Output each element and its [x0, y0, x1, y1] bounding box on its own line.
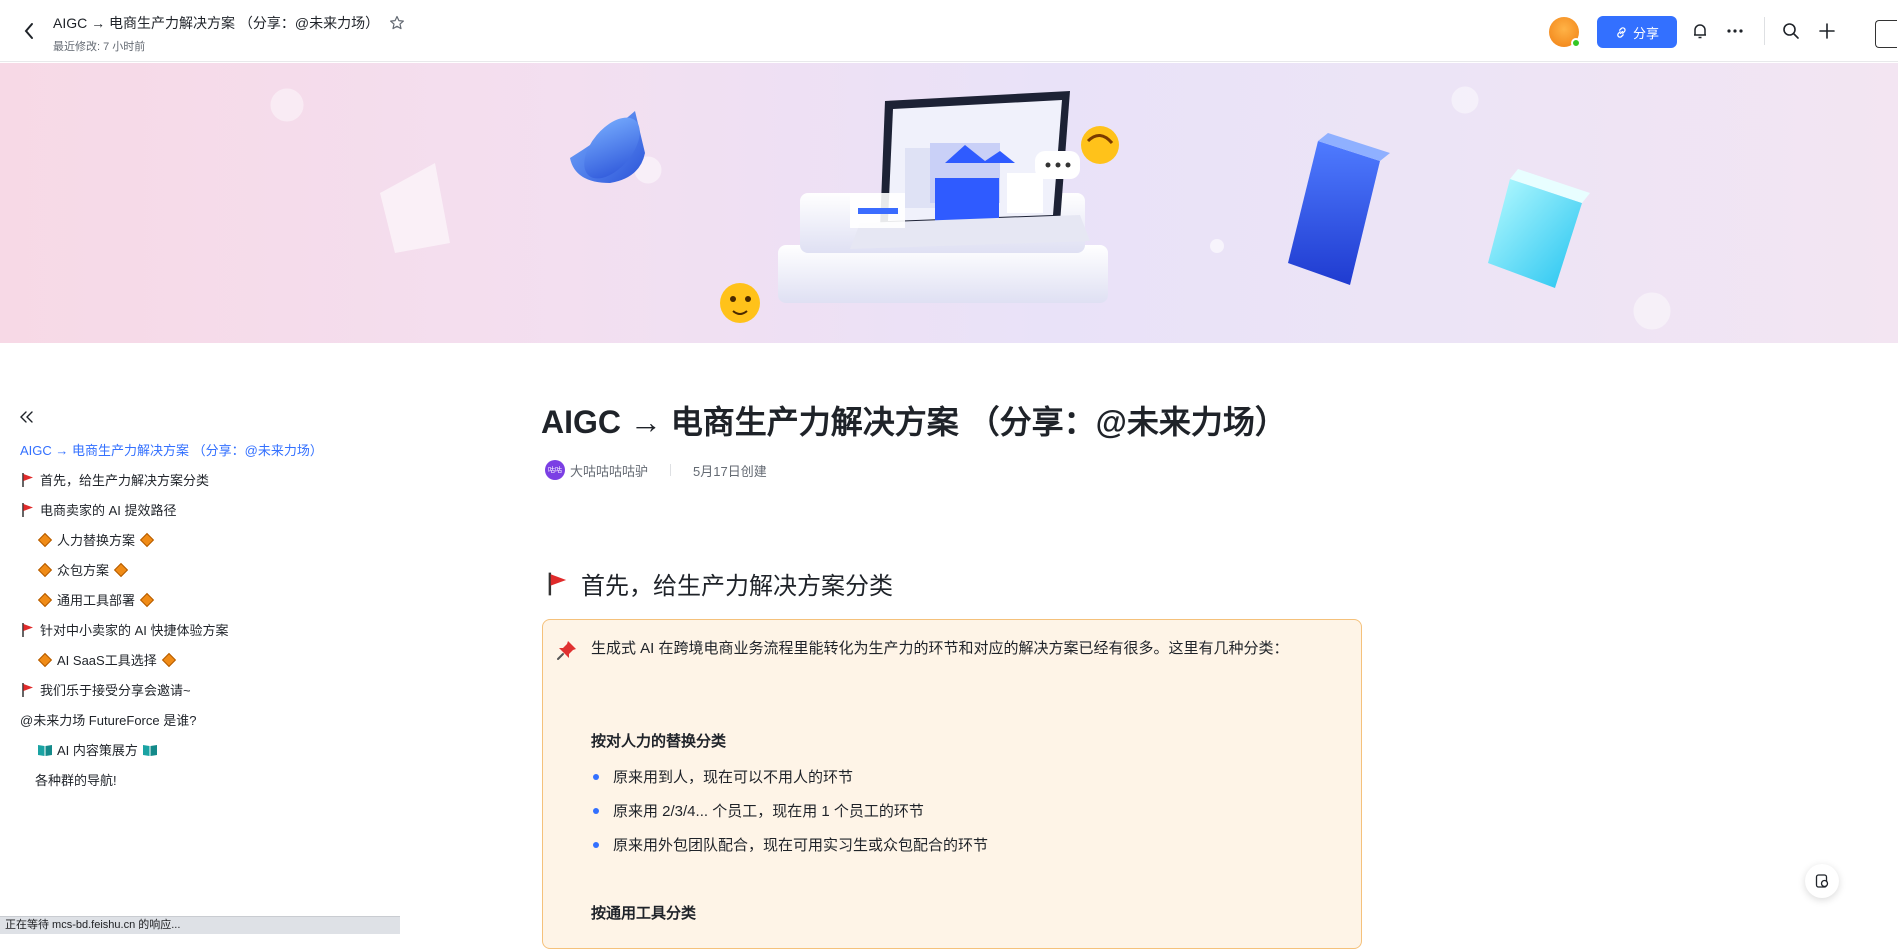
- orange-diamond-icon: [37, 562, 53, 577]
- side-panel-icon[interactable]: [1875, 20, 1897, 48]
- list-item: 原来用到人，现在可以不用人的环节: [591, 766, 853, 787]
- section-heading-text: 首先，给生产力解决方案分类: [581, 573, 893, 600]
- toc-item-label: 众包方案: [57, 563, 110, 578]
- notification-button[interactable]: [1688, 19, 1712, 43]
- author-name[interactable]: 大咕咕咕咕驴: [570, 461, 648, 480]
- doc-title[interactable]: AIGC → 电商生产力解决方案 （分享：@未来力场）: [53, 13, 379, 33]
- red-flag-icon: [548, 572, 567, 595]
- add-button[interactable]: [1815, 19, 1839, 43]
- author-avatar[interactable]: 咕咕: [545, 460, 565, 480]
- red-flag-icon: [20, 502, 36, 518]
- star-icon[interactable]: [389, 15, 405, 31]
- book-icon: [142, 743, 158, 757]
- toolbar-divider: [1764, 17, 1765, 45]
- toc-item-classification[interactable]: 首先，给生产力解决方案分类: [20, 470, 209, 489]
- doc-meta: 咕咕 大咕咕咕咕驴 5月17日创建: [545, 460, 767, 480]
- book-icon: [37, 743, 53, 757]
- toc-item-label: AI 内容策展方: [57, 743, 138, 758]
- toc-item-invitation[interactable]: 我们乐于接受分享会邀请~: [20, 680, 191, 699]
- bullet-dot: [593, 807, 599, 814]
- toc-item-saas-tools[interactable]: AI SaaS工具选择: [37, 650, 177, 669]
- online-status-dot: [1571, 38, 1581, 48]
- search-icon: [1783, 23, 1799, 39]
- toc-item-label: 通用工具部署: [57, 593, 136, 608]
- callout-text: 生成式 AI 在跨境电商业务流程里能转化为生产力的环节和对应的解决方案已经有很多…: [591, 640, 1289, 657]
- orange-diamond-icon: [139, 592, 155, 607]
- orange-diamond-icon: [37, 532, 53, 547]
- bullet-dot: [593, 773, 599, 780]
- more-button[interactable]: [1723, 19, 1747, 43]
- created-date: 5月17日创建: [693, 463, 767, 479]
- cover-banner: [0, 63, 1898, 343]
- list-item: 原来用外包团队配合，现在可用实习生或众包配合的环节: [591, 834, 988, 855]
- orange-diamond-icon: [37, 652, 53, 667]
- red-flag-icon: [20, 682, 36, 698]
- plus-icon: [1819, 23, 1835, 39]
- toc-item-label: 电商卖家的 AI 提效路径: [40, 503, 177, 518]
- subheading-tools: 按通用工具分类: [591, 905, 697, 922]
- toc-item-label: @未来力场 FutureForce 是谁?: [20, 713, 197, 728]
- help-button[interactable]: [1805, 864, 1839, 898]
- toc-item-smb-solution[interactable]: 针对中小卖家的 AI 快捷体验方案: [20, 620, 229, 639]
- toc-item-label: AI SaaS工具选择: [57, 653, 157, 668]
- toc-item-crowdsourcing[interactable]: 众包方案: [37, 560, 129, 579]
- toc-item-label: 针对中小卖家的 AI 快捷体验方案: [40, 623, 229, 638]
- bullet-dot: [593, 841, 599, 848]
- cover-illustration: [270, 86, 1671, 330]
- bell-icon: [1694, 24, 1706, 39]
- double-chevron-left-icon: [20, 411, 33, 423]
- share-label: 分享: [1632, 25, 1659, 41]
- list-item-text: 原来用到人，现在可以不用人的环节: [613, 769, 854, 786]
- toc-item-labor-replacement[interactable]: 人力替换方案: [37, 530, 155, 549]
- last-modified: 最近修改: 7 小时前: [53, 41, 146, 53]
- toc-item-title[interactable]: AIGC → 电商生产力解决方案 （分享：@未来力场）: [20, 440, 323, 459]
- back-button[interactable]: [18, 20, 40, 42]
- document-help-icon: [1815, 874, 1829, 888]
- orange-diamond-icon: [37, 592, 53, 607]
- orange-diamond-icon: [113, 562, 129, 577]
- link-icon: [1617, 26, 1626, 38]
- toc-item-label: 我们乐于接受分享会邀请~: [40, 683, 191, 698]
- page-title: AIGC → 电商生产力解决方案 （分享：@未来力场）: [541, 404, 1287, 440]
- red-flag-icon: [20, 622, 36, 638]
- more-horizontal-icon: [1727, 29, 1743, 33]
- red-flag-icon: [20, 472, 36, 488]
- toc-item-label: AIGC → 电商生产力解决方案 （分享：@未来力场）: [20, 443, 323, 458]
- orange-diamond-icon: [161, 652, 176, 667]
- toc-item-group-navigation[interactable]: 各种群的导航!: [35, 770, 117, 789]
- list-item-text: 原来用外包团队配合，现在可用实习生或众包配合的环节: [613, 837, 989, 854]
- list-item: 原来用 2/3/4... 个员工，现在用 1 个员工的环节: [591, 800, 924, 821]
- browser-status-bar: 正在等待 mcs-bd.feishu.cn 的响应...: [0, 916, 400, 934]
- share-button[interactable]: 分享: [1597, 16, 1677, 48]
- search-button[interactable]: [1779, 19, 1803, 43]
- toc-item-label: 首先，给生产力解决方案分类: [40, 473, 210, 488]
- toc-item-label: 人力替换方案: [57, 533, 136, 548]
- top-bar: AIGC → 电商生产力解决方案 （分享：@未来力场） 最近修改: 7 小时前 …: [0, 0, 1898, 62]
- chevron-left-icon: [24, 23, 33, 39]
- subheading-labor: 按对人力的替换分类: [591, 733, 727, 750]
- toc-item-ai-path[interactable]: 电商卖家的 AI 提效路径: [20, 500, 177, 519]
- toc-item-general-tools[interactable]: 通用工具部署: [37, 590, 155, 609]
- pushpin-icon: [556, 639, 578, 661]
- doc-header: AIGC → 电商生产力解决方案 （分享：@未来力场） 最近修改: 7 小时前: [53, 13, 405, 54]
- toc-collapse-button[interactable]: [18, 408, 36, 426]
- toc-item-curator[interactable]: AI 内容策展方: [37, 740, 158, 759]
- list-item-text: 原来用 2/3/4... 个员工，现在用 1 个员工的环节: [613, 803, 924, 820]
- orange-diamond-icon: [139, 532, 155, 547]
- section-heading: 首先，给生产力解决方案分类: [545, 566, 893, 601]
- toc-item-label: 各种群的导航!: [35, 773, 117, 788]
- toc-item-who-is[interactable]: @未来力场 FutureForce 是谁?: [20, 710, 196, 729]
- meta-divider: [670, 464, 672, 476]
